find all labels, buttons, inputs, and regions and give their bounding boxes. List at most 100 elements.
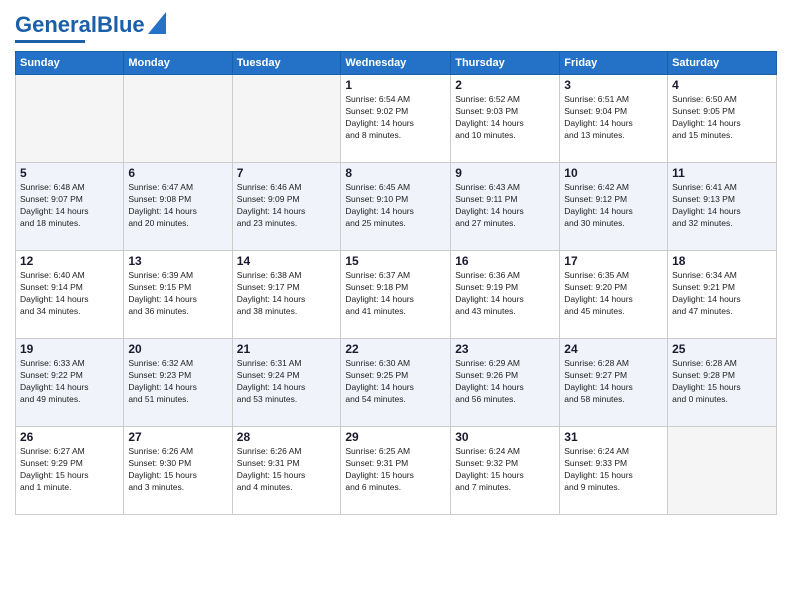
- calendar-header-thursday: Thursday: [451, 52, 560, 75]
- day-info: Sunrise: 6:30 AM Sunset: 9:25 PM Dayligh…: [345, 358, 446, 406]
- calendar-cell: 29 Sunrise: 6:25 AM Sunset: 9:31 PM Dayli…: [341, 427, 451, 515]
- calendar-cell: 16 Sunrise: 6:36 AM Sunset: 9:19 PM Dayli…: [451, 251, 560, 339]
- calendar-week-2: 5 Sunrise: 6:48 AM Sunset: 9:07 PM Daylig…: [16, 163, 777, 251]
- day-number: 10: [564, 166, 663, 180]
- day-info: Sunrise: 6:33 AM Sunset: 9:22 PM Dayligh…: [20, 358, 119, 406]
- day-number: 11: [672, 166, 772, 180]
- calendar-cell: 8Sunrise: 6:45 AM Sunset: 9:10 PM Daylig…: [341, 163, 451, 251]
- day-info: Sunrise: 6:48 AM Sunset: 9:07 PM Dayligh…: [20, 182, 119, 230]
- day-number: 27: [128, 430, 227, 444]
- day-info: Sunrise: 6:54 AM Sunset: 9:02 PM Dayligh…: [345, 94, 446, 142]
- day-info: Sunrise: 6:28 AM Sunset: 9:27 PM Dayligh…: [564, 358, 663, 406]
- day-number: 16: [455, 254, 555, 268]
- day-info: Sunrise: 6:35 AM Sunset: 9:20 PM Dayligh…: [564, 270, 663, 318]
- calendar-table: SundayMondayTuesdayWednesdayThursdayFrid…: [15, 51, 777, 515]
- calendar-cell: 17 Sunrise: 6:35 AM Sunset: 9:20 PM Dayli…: [560, 251, 668, 339]
- day-info: Sunrise: 6:46 AM Sunset: 9:09 PM Dayligh…: [237, 182, 337, 230]
- calendar-cell: 5 Sunrise: 6:48 AM Sunset: 9:07 PM Daylig…: [16, 163, 124, 251]
- calendar-cell: 10Sunrise: 6:42 AM Sunset: 9:12 PM Dayli…: [560, 163, 668, 251]
- day-info: Sunrise: 6:45 AM Sunset: 9:10 PM Dayligh…: [345, 182, 446, 230]
- day-number: 28: [237, 430, 337, 444]
- calendar-cell: 27 Sunrise: 6:26 AM Sunset: 9:30 PM Dayli…: [124, 427, 232, 515]
- calendar-cell: 24Sunrise: 6:28 AM Sunset: 9:27 PM Dayli…: [560, 339, 668, 427]
- calendar-cell: [232, 75, 341, 163]
- calendar-cell: [124, 75, 232, 163]
- logo-blue: Blue: [97, 12, 145, 37]
- day-info: Sunrise: 6:38 AM Sunset: 9:17 PM Dayligh…: [237, 270, 337, 318]
- calendar-week-3: 12 Sunrise: 6:40 AM Sunset: 9:14 PM Dayli…: [16, 251, 777, 339]
- day-info: Sunrise: 6:37 AM Sunset: 9:18 PM Dayligh…: [345, 270, 446, 318]
- day-number: 21: [237, 342, 337, 356]
- day-info: Sunrise: 6:31 AM Sunset: 9:24 PM Dayligh…: [237, 358, 337, 406]
- day-number: 23: [455, 342, 555, 356]
- logo-text: GeneralBlue: [15, 14, 145, 36]
- day-info: Sunrise: 6:41 AM Sunset: 9:13 PM Dayligh…: [672, 182, 772, 230]
- day-number: 6: [128, 166, 227, 180]
- calendar-cell: 26 Sunrise: 6:27 AM Sunset: 9:29 PM Dayli…: [16, 427, 124, 515]
- calendar-cell: [16, 75, 124, 163]
- day-info: Sunrise: 6:27 AM Sunset: 9:29 PM Dayligh…: [20, 446, 119, 494]
- calendar-cell: 18Sunrise: 6:34 AM Sunset: 9:21 PM Dayli…: [668, 251, 777, 339]
- calendar-cell: 31 Sunrise: 6:24 AM Sunset: 9:33 PM Dayli…: [560, 427, 668, 515]
- day-info: Sunrise: 6:50 AM Sunset: 9:05 PM Dayligh…: [672, 94, 772, 142]
- logo-general: General: [15, 12, 97, 37]
- calendar-cell: 15 Sunrise: 6:37 AM Sunset: 9:18 PM Dayli…: [341, 251, 451, 339]
- calendar-cell: 4 Sunrise: 6:50 AM Sunset: 9:05 PM Daylig…: [668, 75, 777, 163]
- day-number: 4: [672, 78, 772, 92]
- day-info: Sunrise: 6:36 AM Sunset: 9:19 PM Dayligh…: [455, 270, 555, 318]
- day-number: 12: [20, 254, 119, 268]
- day-info: Sunrise: 6:28 AM Sunset: 9:28 PM Dayligh…: [672, 358, 772, 406]
- day-info: Sunrise: 6:24 AM Sunset: 9:33 PM Dayligh…: [564, 446, 663, 494]
- calendar-cell: 11 Sunrise: 6:41 AM Sunset: 9:13 PM Dayli…: [668, 163, 777, 251]
- day-number: 9: [455, 166, 555, 180]
- calendar-week-4: 19 Sunrise: 6:33 AM Sunset: 9:22 PM Dayli…: [16, 339, 777, 427]
- calendar-cell: 2 Sunrise: 6:52 AM Sunset: 9:03 PM Daylig…: [451, 75, 560, 163]
- day-number: 31: [564, 430, 663, 444]
- day-number: 5: [20, 166, 119, 180]
- day-info: Sunrise: 6:32 AM Sunset: 9:23 PM Dayligh…: [128, 358, 227, 406]
- calendar-cell: 13Sunrise: 6:39 AM Sunset: 9:15 PM Dayli…: [124, 251, 232, 339]
- day-info: Sunrise: 6:25 AM Sunset: 9:31 PM Dayligh…: [345, 446, 446, 494]
- day-info: Sunrise: 6:34 AM Sunset: 9:21 PM Dayligh…: [672, 270, 772, 318]
- calendar-cell: 20 Sunrise: 6:32 AM Sunset: 9:23 PM Dayli…: [124, 339, 232, 427]
- day-info: Sunrise: 6:43 AM Sunset: 9:11 PM Dayligh…: [455, 182, 555, 230]
- day-number: 1: [345, 78, 446, 92]
- calendar-header-sunday: Sunday: [16, 52, 124, 75]
- day-info: Sunrise: 6:26 AM Sunset: 9:31 PM Dayligh…: [237, 446, 337, 494]
- calendar-cell: 7Sunrise: 6:46 AM Sunset: 9:09 PM Daylig…: [232, 163, 341, 251]
- day-number: 22: [345, 342, 446, 356]
- day-info: Sunrise: 6:29 AM Sunset: 9:26 PM Dayligh…: [455, 358, 555, 406]
- calendar-header-friday: Friday: [560, 52, 668, 75]
- day-number: 26: [20, 430, 119, 444]
- calendar-week-1: 1 Sunrise: 6:54 AM Sunset: 9:02 PM Daylig…: [16, 75, 777, 163]
- calendar-cell: 28 Sunrise: 6:26 AM Sunset: 9:31 PM Dayli…: [232, 427, 341, 515]
- calendar-cell: 12 Sunrise: 6:40 AM Sunset: 9:14 PM Dayli…: [16, 251, 124, 339]
- day-number: 30: [455, 430, 555, 444]
- day-info: Sunrise: 6:52 AM Sunset: 9:03 PM Dayligh…: [455, 94, 555, 142]
- day-info: Sunrise: 6:24 AM Sunset: 9:32 PM Dayligh…: [455, 446, 555, 494]
- day-number: 15: [345, 254, 446, 268]
- calendar-cell: 9 Sunrise: 6:43 AM Sunset: 9:11 PM Daylig…: [451, 163, 560, 251]
- day-number: 29: [345, 430, 446, 444]
- day-number: 2: [455, 78, 555, 92]
- logo: GeneralBlue: [15, 10, 166, 43]
- calendar-cell: 14Sunrise: 6:38 AM Sunset: 9:17 PM Dayli…: [232, 251, 341, 339]
- calendar-cell: 1 Sunrise: 6:54 AM Sunset: 9:02 PM Daylig…: [341, 75, 451, 163]
- page: GeneralBlue SundayMondayTuesdayWednesday…: [0, 0, 792, 612]
- day-number: 17: [564, 254, 663, 268]
- day-info: Sunrise: 6:26 AM Sunset: 9:30 PM Dayligh…: [128, 446, 227, 494]
- calendar-cell: 6 Sunrise: 6:47 AM Sunset: 9:08 PM Daylig…: [124, 163, 232, 251]
- day-number: 25: [672, 342, 772, 356]
- header: GeneralBlue: [15, 10, 777, 43]
- day-info: Sunrise: 6:51 AM Sunset: 9:04 PM Dayligh…: [564, 94, 663, 142]
- logo-triangle-icon: [148, 12, 166, 34]
- calendar-header-wednesday: Wednesday: [341, 52, 451, 75]
- day-number: 3: [564, 78, 663, 92]
- calendar-cell: 30 Sunrise: 6:24 AM Sunset: 9:32 PM Dayli…: [451, 427, 560, 515]
- day-number: 19: [20, 342, 119, 356]
- day-info: Sunrise: 6:40 AM Sunset: 9:14 PM Dayligh…: [20, 270, 119, 318]
- day-number: 20: [128, 342, 227, 356]
- calendar-cell: 22 Sunrise: 6:30 AM Sunset: 9:25 PM Dayli…: [341, 339, 451, 427]
- day-info: Sunrise: 6:47 AM Sunset: 9:08 PM Dayligh…: [128, 182, 227, 230]
- day-number: 13: [128, 254, 227, 268]
